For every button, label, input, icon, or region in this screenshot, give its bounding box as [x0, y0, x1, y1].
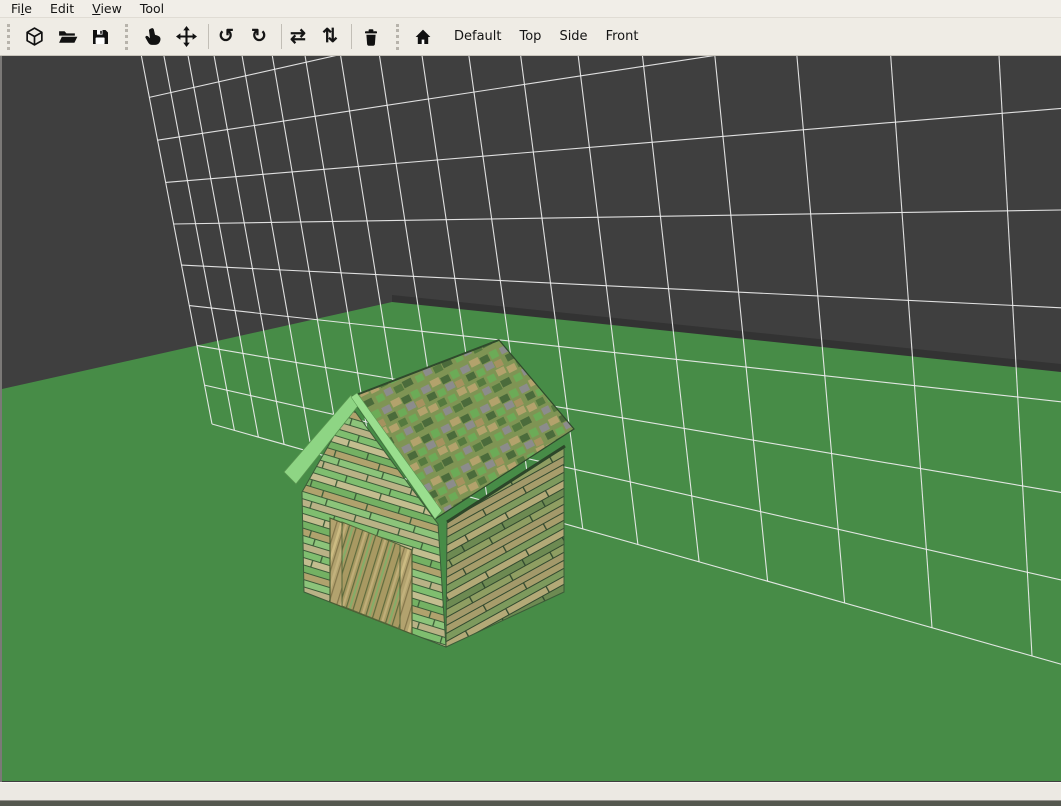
toolbar-grip-handle[interactable] [125, 24, 130, 50]
select-tool-button[interactable] [139, 22, 165, 52]
scene-render [2, 56, 1061, 781]
toolbar: ↺ ↻ ⇄ ⇅ [0, 18, 1061, 56]
flip-vertical-button[interactable]: ⇅ [317, 22, 343, 52]
statusbar [0, 782, 1061, 806]
move-tool-button[interactable] [173, 22, 199, 52]
view-default-button[interactable]: Default [448, 25, 508, 48]
delete-button[interactable] [358, 22, 384, 52]
toolbar-separator [351, 24, 352, 49]
rotate-ccw-button[interactable]: ↺ [213, 22, 239, 52]
swap-horizontal-icon: ⇄ [290, 27, 306, 46]
viewport-canvas[interactable] [0, 56, 1061, 782]
flip-horizontal-button[interactable]: ⇄ [285, 22, 311, 52]
app-window: File Edit View Tool [0, 0, 1061, 806]
toolbar-grip-handle[interactable] [396, 24, 401, 50]
toolbar-grip-handle[interactable] [7, 24, 12, 50]
rotate-cw-icon: ↻ [251, 27, 267, 46]
menu-tool[interactable]: Tool [131, 0, 173, 17]
view-front-button[interactable]: Front [600, 25, 645, 48]
statusbar-text [0, 782, 1061, 800]
save-floppy-icon [90, 27, 110, 47]
rotate-ccw-icon: ↺ [218, 27, 234, 46]
move-arrows-icon [176, 26, 197, 47]
menu-edit[interactable]: Edit [41, 0, 83, 17]
toolbar-separator [281, 24, 282, 49]
menu-file[interactable]: File [2, 0, 41, 17]
window-bottom-edge [0, 801, 1061, 806]
home-view-button[interactable] [410, 22, 436, 52]
cube-icon [24, 26, 45, 47]
hand-pointer-icon [142, 27, 162, 47]
view-side-button[interactable]: Side [553, 25, 593, 48]
new-model-button[interactable] [21, 22, 47, 52]
open-button[interactable] [54, 22, 80, 52]
open-folder-icon [57, 26, 78, 47]
menubar: File Edit View Tool [0, 0, 1061, 18]
view-top-button[interactable]: Top [514, 25, 548, 48]
trash-icon [361, 27, 381, 47]
home-icon [413, 27, 433, 47]
rotate-cw-button[interactable]: ↻ [246, 22, 272, 52]
toolbar-separator [208, 24, 209, 49]
menu-view[interactable]: View [83, 0, 131, 17]
swap-vertical-icon: ⇅ [322, 27, 338, 46]
save-button[interactable] [87, 22, 113, 52]
